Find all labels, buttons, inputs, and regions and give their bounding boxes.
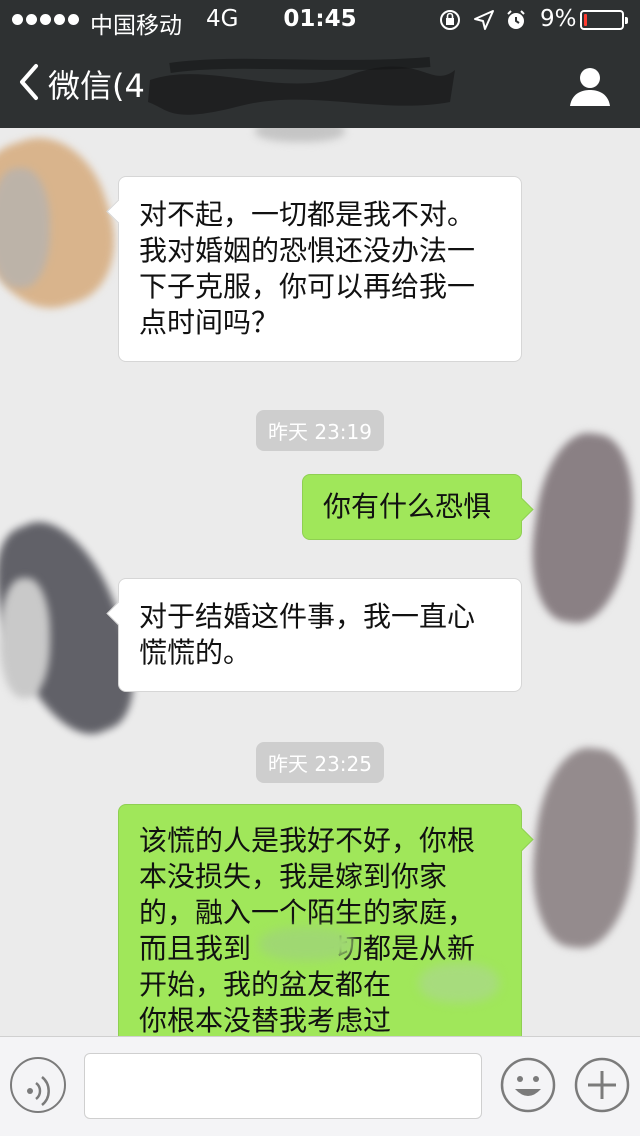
message-line: 的，融入一个陌生的家庭， [139, 896, 476, 929]
battery-level [584, 14, 588, 26]
message-input[interactable] [84, 1053, 482, 1119]
message-bubble-outgoing[interactable]: 该慌的人是我好不好，你根 本没损失，我是嫁到你家 的，融入一个陌生的家庭， 而且… [118, 804, 522, 1036]
message-line: 我对婚姻的恐惧还没办法一 [139, 234, 476, 267]
top-bar: 中国移动 4G 01:45 9% 微信(4 [0, 0, 640, 128]
plus-icon [574, 1057, 630, 1117]
message-line: 对于结婚这件事，我一直心 [139, 600, 476, 633]
redacted-title [148, 57, 455, 115]
chat-area[interactable]: 对不起，一切都是我不对。 我对婚姻的恐惧还没办法一 下子克服，你可以再给我一 点… [0, 128, 640, 1036]
avatar-blur [0, 168, 50, 288]
person-icon [566, 68, 614, 112]
message-line: 点时间吗？ [139, 306, 280, 339]
voice-button[interactable] [10, 1057, 66, 1113]
chevron-left-icon [16, 62, 42, 106]
message-bubble-incoming[interactable]: 对不起，一切都是我不对。 我对婚姻的恐惧还没办法一 下子克服，你可以再给我一 点… [118, 176, 522, 362]
voice-icon [12, 1076, 64, 1115]
redaction-smudge [255, 128, 345, 142]
emoji-button[interactable] [500, 1057, 556, 1113]
rotation-lock-icon [438, 8, 462, 37]
message-line: 该慌的人是我好不好，你根 [139, 824, 476, 857]
redaction-smudge [419, 963, 499, 1003]
message-line: 慌慌的。 [139, 636, 252, 669]
timestamp: 昨天 23:19 [0, 410, 640, 451]
timestamp-label: 昨天 23:19 [256, 410, 384, 451]
message-line: 下子克服，你可以再给我一 [139, 270, 476, 303]
message-line: 对不起，一切都是我不对。 [139, 198, 476, 231]
message-bubble-outgoing[interactable]: 你有什么恐惧 [302, 474, 522, 540]
back-button[interactable]: 微信(4 [16, 56, 145, 112]
message-bubble-incoming[interactable]: 对于结婚这件事，我一直心 慌慌的。 [118, 578, 522, 692]
emoji-icon [500, 1057, 556, 1117]
chat-info-button[interactable] [566, 64, 614, 108]
message-fragment: 而且我到 [139, 932, 252, 965]
message-line: 你根本没替我考虑过 [139, 1004, 392, 1036]
location-arrow-icon [472, 8, 496, 37]
message-line: 你有什么恐惧 [323, 490, 492, 523]
input-bar [0, 1036, 640, 1136]
battery-icon [580, 10, 628, 30]
battery-percent: 9% [540, 6, 577, 32]
message-line: 本没损失，我是嫁到你家 [139, 860, 448, 893]
avatar-blur [0, 578, 50, 698]
status-bar: 中国移动 4G 01:45 9% [0, 0, 640, 40]
alarm-icon [504, 8, 528, 37]
timestamp-label: 昨天 23:25 [256, 742, 384, 783]
timestamp: 昨天 23:25 [0, 742, 640, 783]
avatar-blur [522, 427, 640, 629]
more-button[interactable] [574, 1057, 630, 1113]
redaction-smudge [259, 927, 355, 961]
